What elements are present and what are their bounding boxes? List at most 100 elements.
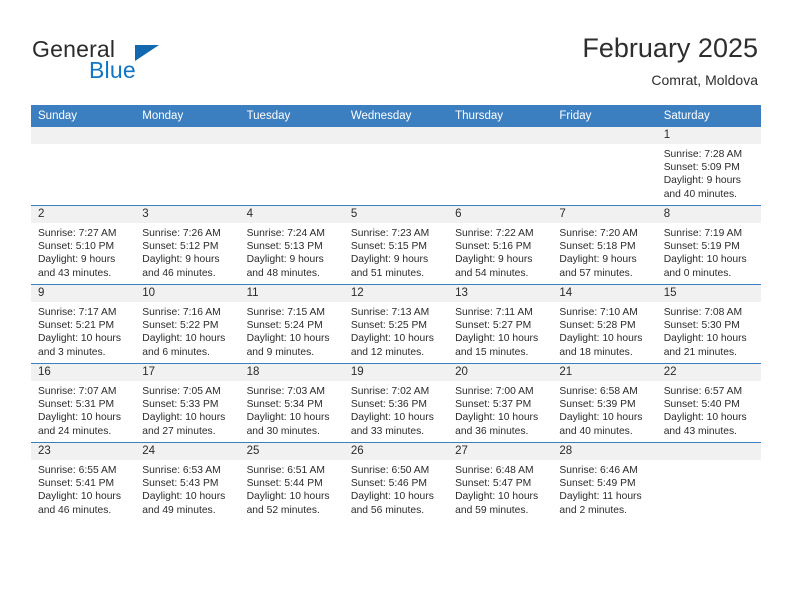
calendar-day-cell[interactable]: 26 Sunrise: 6:50 AM Sunset: 5:46 PM Dayligh… — [343, 442, 449, 521]
day-sun-info: Sunrise: 7:03 AM Sunset: 5:34 PM Daylight:… — [240, 381, 344, 438]
calendar-day-cell[interactable]: 24 Sunrise: 6:53 AM Sunset: 5:43 PM Dayligh… — [135, 442, 240, 521]
calendar-day-cell[interactable]: 8 Sunrise: 7:19 AM Sunset: 5:19 PM Daylight… — [656, 205, 761, 285]
daylight-duration-line1: Daylight: 10 hours — [663, 412, 747, 424]
calendar-day-cell[interactable]: 14 Sunrise: 7:10 AM Sunset: 5:28 PM Dayligh… — [552, 284, 657, 364]
daylight-duration-line1: Daylight: 10 hours — [38, 412, 121, 424]
day-sun-info: Sunrise: 6:57 AM Sunset: 5:40 PM Daylight:… — [657, 381, 761, 438]
daylight-duration-line2: and 46 minutes. — [38, 504, 112, 516]
calendar-week-row: 2 Sunrise: 7:27 AM Sunset: 5:10 PM Daylight… — [31, 205, 761, 285]
day-number: 24 — [135, 443, 240, 460]
day-number: 8 — [656, 206, 761, 223]
sunrise-time: Sunrise: 7:13 AM — [350, 307, 430, 318]
calendar-day-cell[interactable]: 9 Sunrise: 7:17 AM Sunset: 5:21 PM Daylight… — [31, 284, 136, 364]
calendar-day-cell[interactable]: 25 Sunrise: 6:51 AM Sunset: 5:44 PM Dayligh… — [239, 442, 344, 521]
day-sun-info: Sunrise: 7:17 AM Sunset: 5:21 PM Daylight:… — [31, 302, 135, 359]
sunset-time: Sunset: 5:39 PM — [559, 399, 636, 411]
day-sun-info: Sunrise: 7:24 AM Sunset: 5:13 PM Daylight:… — [240, 223, 344, 280]
daylight-duration-line1: Daylight: 10 hours — [246, 412, 330, 424]
daylight-duration-line1: Daylight: 11 hours — [559, 491, 642, 503]
daylight-duration-line2: and 54 minutes. — [455, 267, 529, 279]
calendar-day-cell[interactable]: 11 Sunrise: 7:15 AM Sunset: 5:24 PM Dayligh… — [239, 284, 344, 364]
daylight-duration-line1: Daylight: 9 hours — [350, 254, 429, 266]
sunset-time: Sunset: 5:44 PM — [246, 478, 323, 490]
daylight-duration-line2: and 9 minutes. — [246, 346, 315, 358]
daylight-duration-line1: Daylight: 10 hours — [142, 412, 226, 424]
calendar-day-cell[interactable]: 17 Sunrise: 7:05 AM Sunset: 5:33 PM Dayligh… — [135, 363, 240, 443]
sunrise-time: Sunrise: 7:16 AM — [142, 307, 221, 318]
day-sun-info: Sunrise: 6:46 AM Sunset: 5:49 PM Daylight:… — [552, 460, 656, 517]
sunrise-time: Sunrise: 6:46 AM — [559, 465, 638, 476]
day-number: 14 — [552, 285, 657, 302]
calendar-day-cell[interactable]: 16 Sunrise: 7:07 AM Sunset: 5:31 PM Dayligh… — [31, 363, 136, 443]
sunrise-time: Sunrise: 7:23 AM — [350, 228, 430, 239]
daylight-duration-line1: Daylight: 10 hours — [455, 491, 539, 503]
daylight-duration-line2: and 57 minutes. — [559, 267, 633, 279]
day-number: 17 — [135, 364, 240, 381]
sunset-time: Sunset: 5:15 PM — [350, 241, 427, 253]
sunrise-time: Sunrise: 7:19 AM — [663, 228, 743, 239]
sunrise-time: Sunrise: 7:03 AM — [246, 386, 325, 397]
daylight-duration-line2: and 43 minutes. — [38, 267, 112, 279]
calendar-day-cell[interactable]: 5 Sunrise: 7:23 AM Sunset: 5:15 PM Daylight… — [343, 205, 449, 285]
sunrise-time: Sunrise: 7:07 AM — [38, 386, 117, 397]
sunset-time: Sunset: 5:36 PM — [350, 399, 427, 411]
daylight-duration-line2: and 43 minutes. — [663, 425, 737, 437]
sunrise-time: Sunrise: 7:24 AM — [246, 228, 325, 239]
day-sun-info: Sunrise: 7:27 AM Sunset: 5:10 PM Daylight:… — [31, 223, 135, 280]
daylight-duration-line1: Daylight: 10 hours — [663, 254, 747, 266]
page-header: General Blue February 2025 Comrat, Moldo… — [0, 0, 792, 100]
calendar-day-cell[interactable]: 4 Sunrise: 7:24 AM Sunset: 5:13 PM Daylight… — [239, 205, 344, 285]
calendar-day-cell[interactable]: 22 Sunrise: 6:57 AM Sunset: 5:40 PM Dayligh… — [656, 363, 761, 443]
day-number: 21 — [552, 364, 657, 381]
daylight-duration-line2: and 40 minutes. — [663, 188, 737, 200]
calendar-day-cell[interactable]: 3 Sunrise: 7:26 AM Sunset: 5:12 PM Daylight… — [135, 205, 240, 285]
calendar-day-cell[interactable]: 2 Sunrise: 7:27 AM Sunset: 5:10 PM Daylight… — [31, 205, 136, 285]
calendar-day-cell[interactable]: 7 Sunrise: 7:20 AM Sunset: 5:18 PM Daylight… — [552, 205, 657, 285]
calendar-day-cell-empty — [135, 127, 240, 206]
sunset-time: Sunset: 5:37 PM — [455, 399, 532, 411]
day-sun-info: Sunrise: 7:15 AM Sunset: 5:24 PM Daylight:… — [240, 302, 344, 359]
daylight-duration-line2: and 40 minutes. — [559, 425, 633, 437]
daylight-duration-line2: and 21 minutes. — [663, 346, 737, 358]
daylight-duration-line2: and 24 minutes. — [38, 425, 112, 437]
calendar-day-cell[interactable]: 23 Sunrise: 6:55 AM Sunset: 5:41 PM Dayligh… — [31, 442, 136, 521]
day-sun-info: Sunrise: 7:28 AM Sunset: 5:09 PM Daylight:… — [657, 144, 761, 201]
daylight-duration-line2: and 52 minutes. — [246, 504, 320, 516]
sunrise-time: Sunrise: 6:48 AM — [455, 465, 534, 476]
calendar-day-cell[interactable]: 13 Sunrise: 7:11 AM Sunset: 5:27 PM Dayligh… — [448, 284, 553, 364]
day-sun-info: Sunrise: 6:53 AM Sunset: 5:43 PM Daylight:… — [135, 460, 239, 517]
day-number — [239, 127, 344, 144]
sunrise-time: Sunrise: 7:22 AM — [455, 228, 534, 239]
weekday-header-sunday: Sunday — [31, 105, 136, 127]
calendar-day-cell[interactable]: 28 Sunrise: 6:46 AM Sunset: 5:49 PM Dayligh… — [552, 442, 657, 521]
calendar-day-cell[interactable]: 12 Sunrise: 7:13 AM Sunset: 5:25 PM Dayligh… — [343, 284, 449, 364]
calendar-day-cell[interactable]: 6 Sunrise: 7:22 AM Sunset: 5:16 PM Daylight… — [448, 205, 553, 285]
calendar-day-cell[interactable]: 10 Sunrise: 7:16 AM Sunset: 5:22 PM Dayligh… — [135, 284, 240, 364]
calendar-day-cell[interactable]: 15 Sunrise: 7:08 AM Sunset: 5:30 PM Dayligh… — [656, 284, 761, 364]
calendar-day-cell[interactable]: 27 Sunrise: 6:48 AM Sunset: 5:47 PM Dayligh… — [448, 442, 553, 521]
sunset-time: Sunset: 5:13 PM — [246, 241, 323, 253]
day-sun-info: Sunrise: 6:55 AM Sunset: 5:41 PM Daylight:… — [31, 460, 135, 517]
weekday-header-monday: Monday — [135, 105, 240, 127]
sunrise-time: Sunrise: 7:02 AM — [350, 386, 430, 397]
sunset-time: Sunset: 5:19 PM — [663, 241, 740, 253]
daylight-duration-line2: and 3 minutes. — [38, 346, 106, 358]
day-number: 5 — [343, 206, 449, 223]
calendar-day-cell[interactable]: 18 Sunrise: 7:03 AM Sunset: 5:34 PM Dayligh… — [239, 363, 344, 443]
daylight-duration-line1: Daylight: 10 hours — [142, 491, 226, 503]
daylight-duration-line1: Daylight: 10 hours — [38, 491, 121, 503]
daylight-duration-line1: Daylight: 10 hours — [455, 412, 539, 424]
daylight-duration-line2: and 15 minutes. — [455, 346, 529, 358]
daylight-duration-line1: Daylight: 10 hours — [350, 491, 434, 503]
day-sun-info: Sunrise: 7:26 AM Sunset: 5:12 PM Daylight:… — [135, 223, 239, 280]
daylight-duration-line2: and 46 minutes. — [142, 267, 216, 279]
calendar-day-cell[interactable]: 19 Sunrise: 7:02 AM Sunset: 5:36 PM Dayligh… — [343, 363, 449, 443]
day-number: 28 — [552, 443, 657, 460]
day-number: 11 — [239, 285, 344, 302]
daylight-duration-line2: and 18 minutes. — [559, 346, 633, 358]
calendar-day-cell[interactable]: 1 Sunrise: 7:28 AM Sunset: 5:09 PM Daylight… — [656, 127, 761, 206]
calendar-day-cell[interactable]: 21 Sunrise: 6:58 AM Sunset: 5:39 PM Dayligh… — [552, 363, 657, 443]
calendar-day-cell[interactable]: 20 Sunrise: 7:00 AM Sunset: 5:37 PM Dayligh… — [448, 363, 553, 443]
sunset-time: Sunset: 5:12 PM — [142, 241, 219, 253]
sunrise-time: Sunrise: 6:53 AM — [142, 465, 221, 476]
